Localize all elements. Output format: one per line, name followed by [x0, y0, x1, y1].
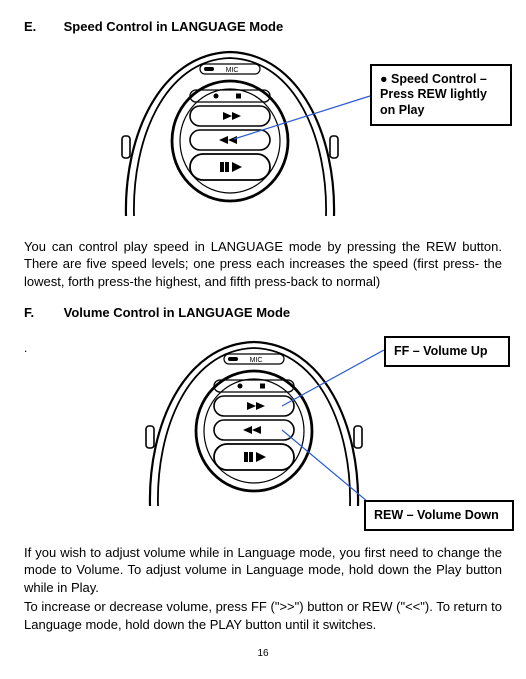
section-f-paragraph-1: If you wish to adjust volume while in La…: [24, 544, 502, 597]
section-f-letter: F.: [24, 304, 60, 322]
section-f-heading: F. Volume Control in LANGUAGE Mode: [24, 304, 502, 322]
section-e-letter: E.: [24, 18, 60, 36]
callout-ff: FF – Volume Up: [384, 336, 510, 368]
section-e-paragraph: You can control play speed in LANGUAGE m…: [24, 238, 502, 291]
page-number: 16: [24, 647, 502, 661]
callout-speed-control: ● Speed Control – Press REW lightly on P…: [370, 64, 512, 127]
figure-f: . MIC FF – Volume Up REW – Volume Down: [24, 332, 502, 532]
device-illustration-f: MIC: [144, 336, 364, 506]
callout-rew: REW – Volume Down: [364, 500, 514, 532]
svg-text:MIC: MIC: [250, 357, 263, 364]
section-f-title: Volume Control in LANGUAGE Mode: [64, 305, 291, 320]
stray-dot: .: [24, 340, 27, 356]
section-e-heading: E. Speed Control in LANGUAGE Mode: [24, 18, 502, 36]
figure-e: MIC ● Speed Control – Press REW lightly …: [24, 46, 502, 226]
mic-label: MIC: [226, 67, 239, 74]
device-illustration-e: MIC: [120, 46, 340, 216]
section-e-title: Speed Control in LANGUAGE Mode: [64, 19, 284, 34]
section-f-paragraph-2: To increase or decrease volume, press FF…: [24, 598, 502, 633]
